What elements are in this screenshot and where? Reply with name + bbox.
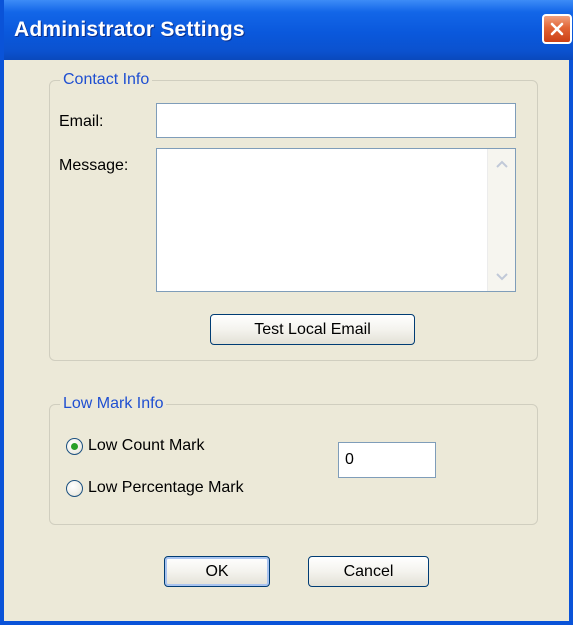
low-mark-info-legend: Low Mark Info [63,395,164,412]
scroll-down-arrow-icon [495,272,508,280]
message-scrollbar[interactable] [487,149,515,291]
radio-selected-dot [71,442,78,450]
low-percentage-mark-option[interactable]: Low Percentage Mark [66,479,244,497]
email-label: Email: [59,113,104,130]
ok-button[interactable]: OK [164,556,270,587]
cancel-button[interactable]: Cancel [308,556,429,587]
low-percentage-mark-radio[interactable] [66,479,83,497]
email-field[interactable] [156,103,516,138]
low-count-mark-label: Low Count Mark [88,437,205,454]
low-count-mark-option[interactable]: Low Count Mark [66,437,205,455]
scroll-up-arrow-icon [495,160,508,168]
test-local-email-button[interactable]: Test Local Email [210,314,415,345]
close-icon [550,22,564,36]
scroll-down-button[interactable] [491,266,512,287]
low-mark-info-group: Low Mark Info [49,395,538,525]
window-title: Administrator Settings [14,18,245,41]
message-field[interactable] [156,148,516,292]
scroll-up-button[interactable] [491,153,512,174]
low-percentage-mark-label: Low Percentage Mark [88,479,244,496]
title-bar[interactable]: Administrator Settings [4,0,573,60]
contact-info-legend: Contact Info [63,71,150,88]
close-button[interactable] [542,14,572,44]
low-mark-value-input[interactable]: 0 [338,442,436,478]
message-label: Message: [59,157,129,174]
low-mark-value: 0 [345,451,354,468]
low-count-mark-radio[interactable] [66,437,83,455]
